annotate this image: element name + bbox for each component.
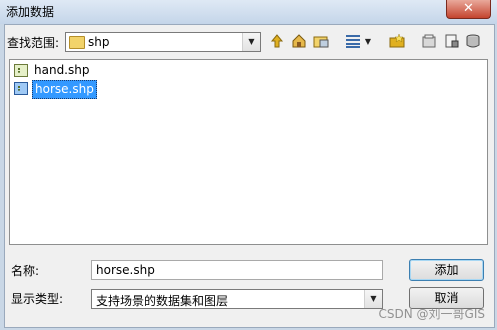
database-icon[interactable] xyxy=(463,33,483,51)
view-dropdown-icon[interactable]: ▼ xyxy=(362,33,374,51)
folder-icon xyxy=(69,36,85,49)
add-data-dialog: 添加数据 ✕ 查找范围: shp ▼ ▼ hand.shp horse.shp … xyxy=(0,0,497,330)
title-bar: 添加数据 ✕ xyxy=(0,0,497,24)
file-name: hand.shp xyxy=(34,63,90,77)
home-folder-icon[interactable] xyxy=(289,33,309,51)
show-type-label: 显示类型: xyxy=(11,292,64,306)
name-field[interactable]: horse.shp xyxy=(91,260,383,280)
shapefile-icon xyxy=(14,64,28,77)
watermark-text: CSDN @刘一哥GIS xyxy=(378,307,485,321)
name-label: 名称: xyxy=(11,264,40,278)
close-button[interactable]: ✕ xyxy=(446,0,491,19)
new-folder-icon[interactable] xyxy=(387,33,407,51)
name-value: horse.shp xyxy=(96,263,155,277)
up-one-level-icon[interactable] xyxy=(267,33,287,51)
look-in-value: shp xyxy=(88,35,110,49)
shapefile-icon xyxy=(14,82,28,95)
file-list[interactable]: hand.shp horse.shp xyxy=(9,59,488,245)
add-button[interactable]: 添加 xyxy=(409,259,484,281)
look-in-label: 查找范围: xyxy=(7,36,60,50)
chevron-down-icon[interactable]: ▼ xyxy=(242,33,260,51)
show-type-value: 支持场景的数据集和图层 xyxy=(96,294,229,308)
catalog-icon[interactable] xyxy=(419,33,439,51)
new-file-icon[interactable] xyxy=(441,33,461,51)
window-title: 添加数据 xyxy=(6,5,55,19)
file-name: horse.shp xyxy=(32,80,97,99)
dialog-body: 查找范围: shp ▼ ▼ hand.shp horse.shp 名称: hor… xyxy=(4,24,495,328)
list-view-icon[interactable] xyxy=(343,33,363,51)
connect-to-folder-icon[interactable] xyxy=(311,33,331,51)
look-in-dropdown[interactable]: shp ▼ xyxy=(65,32,261,52)
show-type-dropdown[interactable]: 支持场景的数据集和图层 ▼ xyxy=(91,289,383,309)
